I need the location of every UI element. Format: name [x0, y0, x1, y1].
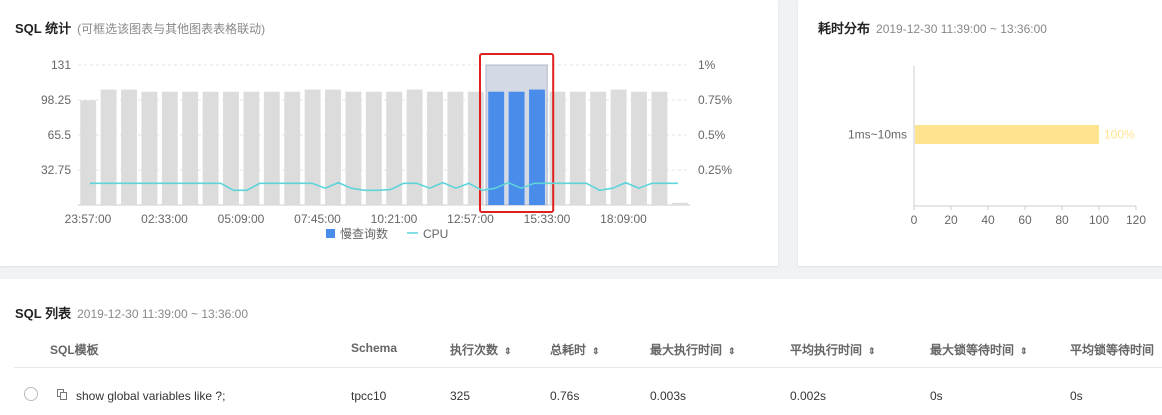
table-header-divider	[14, 367, 1162, 368]
sql-list-title: SQL 列表 2019-12-30 11:39:00 ~ 13:36:00	[15, 303, 248, 322]
bar-slow-query	[80, 100, 97, 205]
x-axis-tick: 05:09:00	[218, 212, 265, 226]
bar-slow-query	[671, 202, 688, 205]
column-header-sql-template[interactable]: SQL模板	[50, 341, 99, 358]
column-header-max-exec-time[interactable]: 最大执行时间 ⇕	[650, 341, 736, 358]
column-header-exec-count[interactable]: 执行次数 ⇕	[450, 341, 512, 358]
x-axis-tick: 02:33:00	[141, 212, 188, 226]
cell-schema: tpcc10	[351, 389, 387, 403]
column-label: 平均锁等待时间	[1070, 343, 1155, 357]
cell-max-lock-wait: 0s	[930, 389, 943, 403]
row-select-radio[interactable]	[24, 387, 38, 401]
bar-slow-query	[590, 91, 607, 205]
bar-slow-query	[263, 91, 280, 205]
column-label: 执行次数	[450, 343, 499, 357]
legend-slow-query-label: 慢查询数	[340, 226, 388, 241]
sql-stats-panel: SQL 统计 (可框选该图表与其他图表表格联动) 131 1% 98.25 0.75% 6…	[0, 0, 778, 266]
cell-avg-lock-wait: 0s	[1070, 389, 1083, 403]
sort-icon[interactable]: ⇕	[592, 346, 600, 356]
column-label: Schema	[351, 341, 398, 355]
x-axis-tick: 60	[1018, 213, 1032, 227]
column-label: SQL模板	[50, 343, 99, 357]
bar-slow-query	[651, 91, 668, 205]
column-label: 最大执行时间	[650, 343, 723, 357]
sql-list-time-range: 2019-12-30 11:39:00 ~ 13:36:00	[77, 307, 249, 321]
y-axis-left-tick: 131	[51, 58, 71, 72]
cell-avg-exec-time: 0.002s	[790, 389, 827, 403]
sort-icon[interactable]: ⇕	[868, 346, 876, 356]
y-axis-right-tick: 0.75%	[698, 93, 732, 107]
column-header-avg-lock-wait[interactable]: 平均锁等待时间	[1070, 341, 1154, 358]
bar-slow-query	[365, 91, 382, 205]
bar-slow-query	[161, 91, 178, 205]
sort-icon[interactable]: ⇕	[1020, 346, 1028, 356]
bar-slow-query	[202, 91, 219, 205]
bar-slow-query	[569, 91, 586, 205]
cell-sql-template[interactable]: show global variables like ?;	[76, 389, 225, 403]
bar-slow-query	[549, 91, 566, 205]
x-axis-tick: 100	[1089, 213, 1109, 227]
column-label: 平均执行时间	[790, 343, 863, 357]
x-axis-tick: 18:09:00	[600, 212, 647, 226]
cell-total-time: 0.76s	[550, 389, 580, 403]
bar-value-label: 100%	[1104, 128, 1135, 142]
y-axis-left-tick: 65.5	[48, 128, 72, 142]
sql-stats-chart[interactable]: 131 1% 98.25 0.75% 65.5 0.5% 32.75 0.25% 23:57:0…	[0, 0, 778, 266]
x-axis-tick: 40	[981, 213, 995, 227]
x-axis-tick: 12:57:00	[447, 212, 494, 226]
y-axis-right-tick: 1%	[698, 58, 716, 72]
cpu-line	[90, 181, 678, 192]
x-axis-tick: 120	[1126, 213, 1146, 227]
sort-icon[interactable]: ⇕	[728, 346, 736, 356]
x-axis-tick: 23:57:00	[65, 212, 112, 226]
sort-icon[interactable]: ⇕	[504, 346, 512, 356]
column-label: 总耗时	[550, 343, 587, 357]
y-axis-category: 1ms~10ms	[848, 128, 907, 142]
x-axis-tick: 07:45:00	[294, 212, 341, 226]
x-axis-tick: 0	[911, 213, 918, 227]
x-axis-tick: 10:21:00	[371, 212, 418, 226]
x-axis-tick: 15:33:00	[524, 212, 571, 226]
time-distribution-chart[interactable]: 0 20 40 60 80 100 120 1ms~10ms 100%	[798, 0, 1162, 266]
column-header-avg-exec-time[interactable]: 平均执行时间 ⇕	[790, 341, 876, 358]
cell-exec-count: 325	[450, 389, 471, 403]
bar-slow-query	[100, 89, 117, 205]
x-axis-tick: 80	[1055, 213, 1069, 227]
bar-duration	[915, 125, 1099, 144]
time-distribution-panel: 耗时分布 2019-12-30 11:39:00 ~ 13:36:00 0 20 40…	[798, 0, 1162, 266]
bar-slow-query	[467, 91, 484, 205]
column-header-total-time[interactable]: 总耗时 ⇕	[550, 341, 600, 358]
bar-slow-query	[406, 89, 423, 205]
bar-slow-query	[304, 89, 321, 205]
bar-slow-query	[529, 89, 545, 205]
bar-slow-query	[284, 91, 301, 205]
y-axis-left-tick: 32.75	[41, 163, 71, 177]
y-axis-right-tick: 0.5%	[698, 128, 726, 142]
sql-list-title-text: SQL 列表	[15, 306, 72, 321]
copy-icon[interactable]	[57, 389, 67, 400]
y-axis-left-tick: 98.25	[41, 93, 71, 107]
x-axis-tick: 20	[944, 213, 958, 227]
bar-slow-query	[141, 91, 158, 205]
column-header-max-lock-wait[interactable]: 最大锁等待时间 ⇕	[930, 341, 1028, 358]
sql-list-panel: SQL 列表 2019-12-30 11:39:00 ~ 13:36:00 SQL…	[0, 279, 1162, 415]
legend-cpu-label: CPU	[423, 227, 448, 241]
legend-slow-query-swatch	[326, 229, 335, 238]
column-header-schema[interactable]: Schema	[351, 341, 397, 355]
column-label: 最大锁等待时间	[930, 343, 1015, 357]
y-axis-right-tick: 0.25%	[698, 163, 732, 177]
bar-slow-query	[121, 89, 137, 205]
cell-max-exec-time: 0.003s	[650, 389, 687, 403]
bar-slow-query	[182, 91, 199, 205]
